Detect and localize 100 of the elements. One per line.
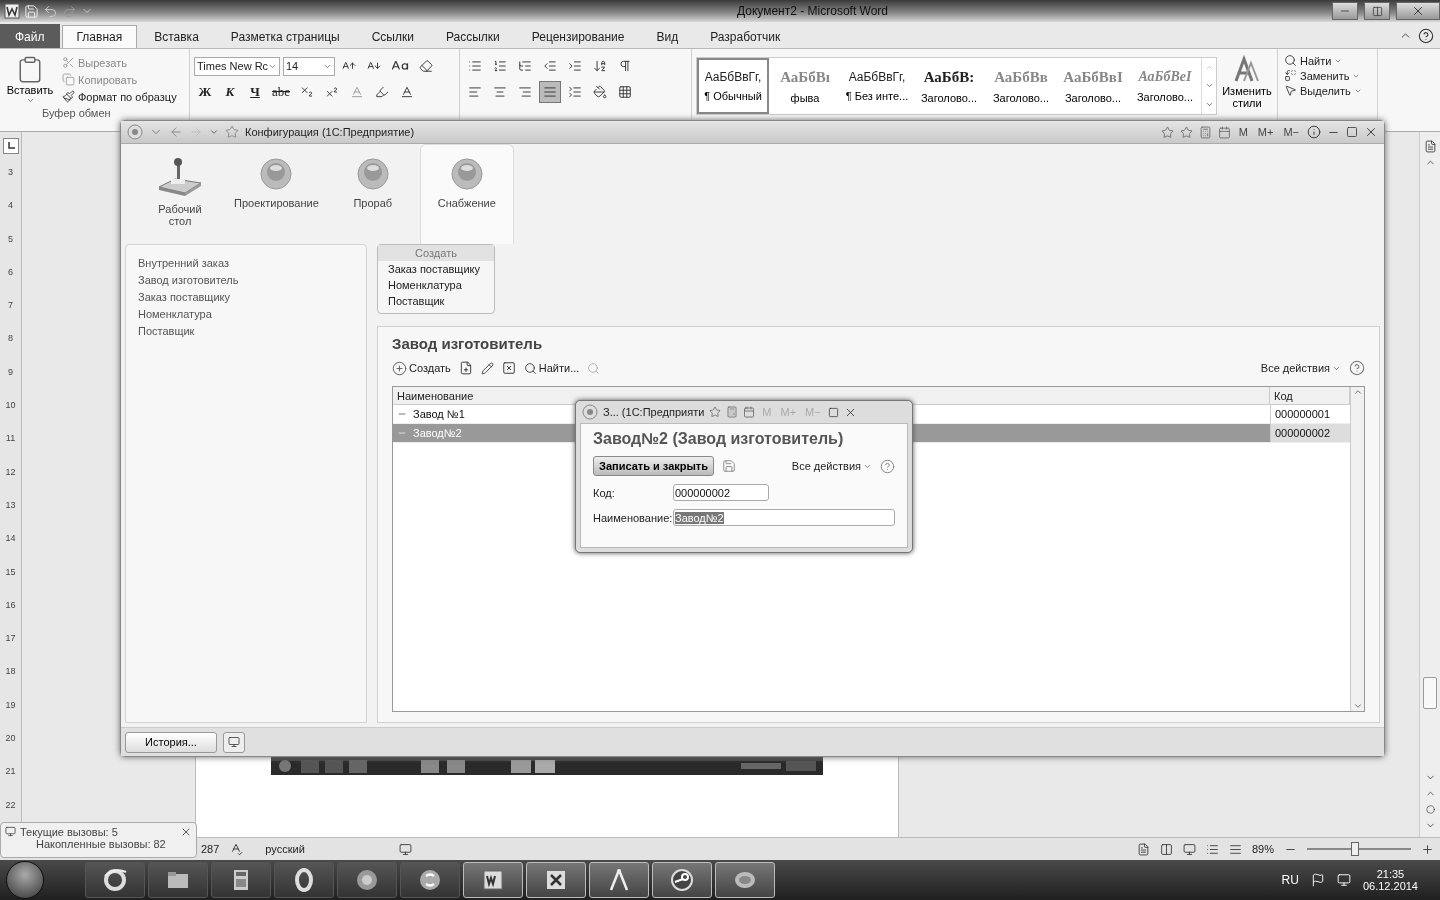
align-justify-button[interactable] bbox=[539, 81, 561, 103]
print-layout-icon[interactable] bbox=[1136, 842, 1150, 856]
maximize-icon[interactable] bbox=[827, 406, 839, 418]
ribbon-tab[interactable]: Рецензирование bbox=[516, 25, 640, 48]
style-item[interactable]: АаБбВвГг, ¶ Обычный bbox=[697, 58, 769, 114]
taskbar-button[interactable] bbox=[211, 862, 271, 898]
navigation-link[interactable]: Внутренний заказ bbox=[138, 257, 229, 269]
input-field[interactable]: 000000002 bbox=[673, 484, 769, 501]
navigation-link[interactable]: Поставщик bbox=[138, 325, 195, 337]
minimize-button[interactable] bbox=[1332, 2, 1358, 20]
scroll-thumb[interactable] bbox=[1423, 677, 1437, 709]
menu-item[interactable]: Номенклатура bbox=[378, 277, 494, 293]
all-actions-button[interactable]: Все действия bbox=[791, 460, 872, 472]
close-icon[interactable] bbox=[1364, 125, 1378, 139]
menu-item[interactable]: Поставщик bbox=[378, 293, 494, 309]
section-tab[interactable]: Снабжение bbox=[419, 144, 514, 244]
copy-icon[interactable] bbox=[458, 361, 473, 375]
reading-view-icon[interactable] bbox=[1159, 842, 1173, 856]
taskbar-button[interactable] bbox=[274, 862, 334, 898]
save-icon[interactable] bbox=[24, 3, 39, 19]
star-icon[interactable] bbox=[1179, 125, 1193, 139]
floppy-icon[interactable] bbox=[722, 459, 737, 473]
taskbar-button[interactable] bbox=[337, 862, 397, 898]
taskbar-button[interactable] bbox=[148, 862, 208, 898]
find-button[interactable]: Найти... bbox=[523, 361, 580, 375]
underline-button[interactable]: Ч bbox=[244, 81, 266, 103]
help-icon[interactable] bbox=[1418, 28, 1434, 44]
ribbon-tab[interactable]: Рассылки bbox=[430, 25, 515, 48]
star-icon[interactable] bbox=[225, 125, 239, 139]
star-icon[interactable] bbox=[1160, 125, 1174, 139]
memory-button[interactable]: M− bbox=[1281, 126, 1301, 138]
input-field[interactable]: Завод№2 bbox=[673, 509, 895, 526]
font-size-field[interactable]: 14 bbox=[283, 56, 335, 76]
format-painter-button[interactable]: Формат по образцу bbox=[60, 89, 179, 104]
star-icon[interactable] bbox=[709, 406, 722, 418]
navigation-link[interactable]: Заказ поставщику bbox=[138, 291, 230, 303]
section-tab[interactable]: Рабочий стол bbox=[133, 144, 227, 244]
ribbon-tab[interactable]: Ссылки bbox=[356, 25, 429, 48]
messages-button[interactable] bbox=[223, 731, 245, 753]
slider-thumb[interactable] bbox=[1350, 842, 1359, 856]
taskbar-button[interactable] bbox=[589, 862, 649, 898]
language-indicator[interactable]: RU bbox=[1281, 873, 1299, 887]
spell-check-icon[interactable] bbox=[229, 842, 244, 856]
calculator-icon[interactable] bbox=[1198, 125, 1212, 139]
zoom-level[interactable]: 89% bbox=[1251, 843, 1274, 855]
scroll-down-icon[interactable] bbox=[1352, 701, 1363, 711]
menu-item[interactable]: Заказ поставщику bbox=[378, 261, 494, 277]
language-label[interactable]: русский bbox=[265, 843, 305, 855]
tab-selector[interactable] bbox=[2, 138, 19, 154]
undo-icon[interactable] bbox=[43, 3, 58, 19]
start-button[interactable] bbox=[6, 861, 44, 899]
table-cell[interactable]: 000000001 bbox=[1270, 405, 1350, 424]
section-tab[interactable]: Прораб bbox=[325, 144, 420, 244]
flag-icon[interactable] bbox=[1310, 873, 1325, 887]
calendar-icon[interactable] bbox=[1217, 125, 1231, 139]
ribbon-tab[interactable]: Главная bbox=[61, 25, 138, 48]
find-button[interactable]: Найти bbox=[1282, 53, 1373, 68]
copy-button[interactable]: Копировать bbox=[60, 72, 179, 87]
close-icon[interactable] bbox=[180, 826, 192, 838]
save-close-button[interactable]: Записать и закрыть bbox=[593, 456, 715, 476]
create-button[interactable]: Создать bbox=[392, 360, 451, 376]
history-button[interactable]: История... bbox=[125, 731, 217, 753]
table-cell[interactable]: 000000002 bbox=[1270, 424, 1350, 443]
taskbar-button[interactable] bbox=[715, 862, 775, 898]
scroll-up-icon[interactable] bbox=[1352, 387, 1363, 397]
close-button[interactable] bbox=[1396, 2, 1440, 20]
all-actions-button[interactable]: Все действия bbox=[1260, 362, 1341, 374]
ribbon-tab[interactable]: Разработчик bbox=[695, 25, 796, 48]
draft-icon[interactable] bbox=[1228, 842, 1242, 856]
strike-button[interactable]: abe bbox=[269, 81, 294, 103]
italic-button[interactable]: К bbox=[219, 81, 241, 103]
font-name-field[interactable]: Times New Rc bbox=[194, 56, 280, 76]
navigation-link[interactable]: Номенклатура bbox=[138, 308, 212, 320]
memory-button[interactable]: M bbox=[1236, 126, 1250, 138]
clock[interactable]: 21:35 06.12.2014 bbox=[1362, 868, 1418, 892]
section-tab[interactable]: Проектирование bbox=[227, 144, 326, 244]
bold-button[interactable]: Ж bbox=[194, 81, 216, 103]
info-icon[interactable] bbox=[1307, 125, 1321, 139]
paste-button[interactable]: Вставить bbox=[4, 53, 56, 107]
replace-button[interactable]: Заменить bbox=[1282, 68, 1373, 83]
memory-button[interactable]: M+ bbox=[1255, 126, 1276, 138]
change-styles-button[interactable]: Изменить стили bbox=[1221, 53, 1273, 115]
navigation-link[interactable]: Завод изготовитель bbox=[138, 274, 239, 286]
zoom-in-icon[interactable] bbox=[1421, 842, 1434, 856]
web-layout-icon[interactable] bbox=[1182, 842, 1196, 856]
column-header[interactable]: Наименование bbox=[393, 387, 1270, 405]
ribbon-tab[interactable]: Разметка страницы bbox=[215, 25, 355, 48]
restore-button[interactable] bbox=[1364, 2, 1390, 20]
ribbon-tab[interactable]: Файл bbox=[0, 24, 60, 48]
history-icon[interactable] bbox=[209, 127, 219, 137]
select-button[interactable]: Выделить bbox=[1282, 83, 1373, 98]
calendar-icon[interactable] bbox=[743, 406, 756, 418]
taskbar-button[interactable] bbox=[652, 862, 712, 898]
taskbar-button[interactable] bbox=[85, 862, 145, 898]
taskbar-button[interactable] bbox=[463, 862, 523, 898]
redo-icon[interactable] bbox=[62, 3, 77, 19]
column-header[interactable]: Код bbox=[1270, 387, 1350, 405]
ribbon-tab[interactable]: Вид bbox=[641, 25, 694, 48]
maximize-icon[interactable] bbox=[1346, 126, 1358, 138]
edit-icon[interactable] bbox=[480, 361, 494, 375]
